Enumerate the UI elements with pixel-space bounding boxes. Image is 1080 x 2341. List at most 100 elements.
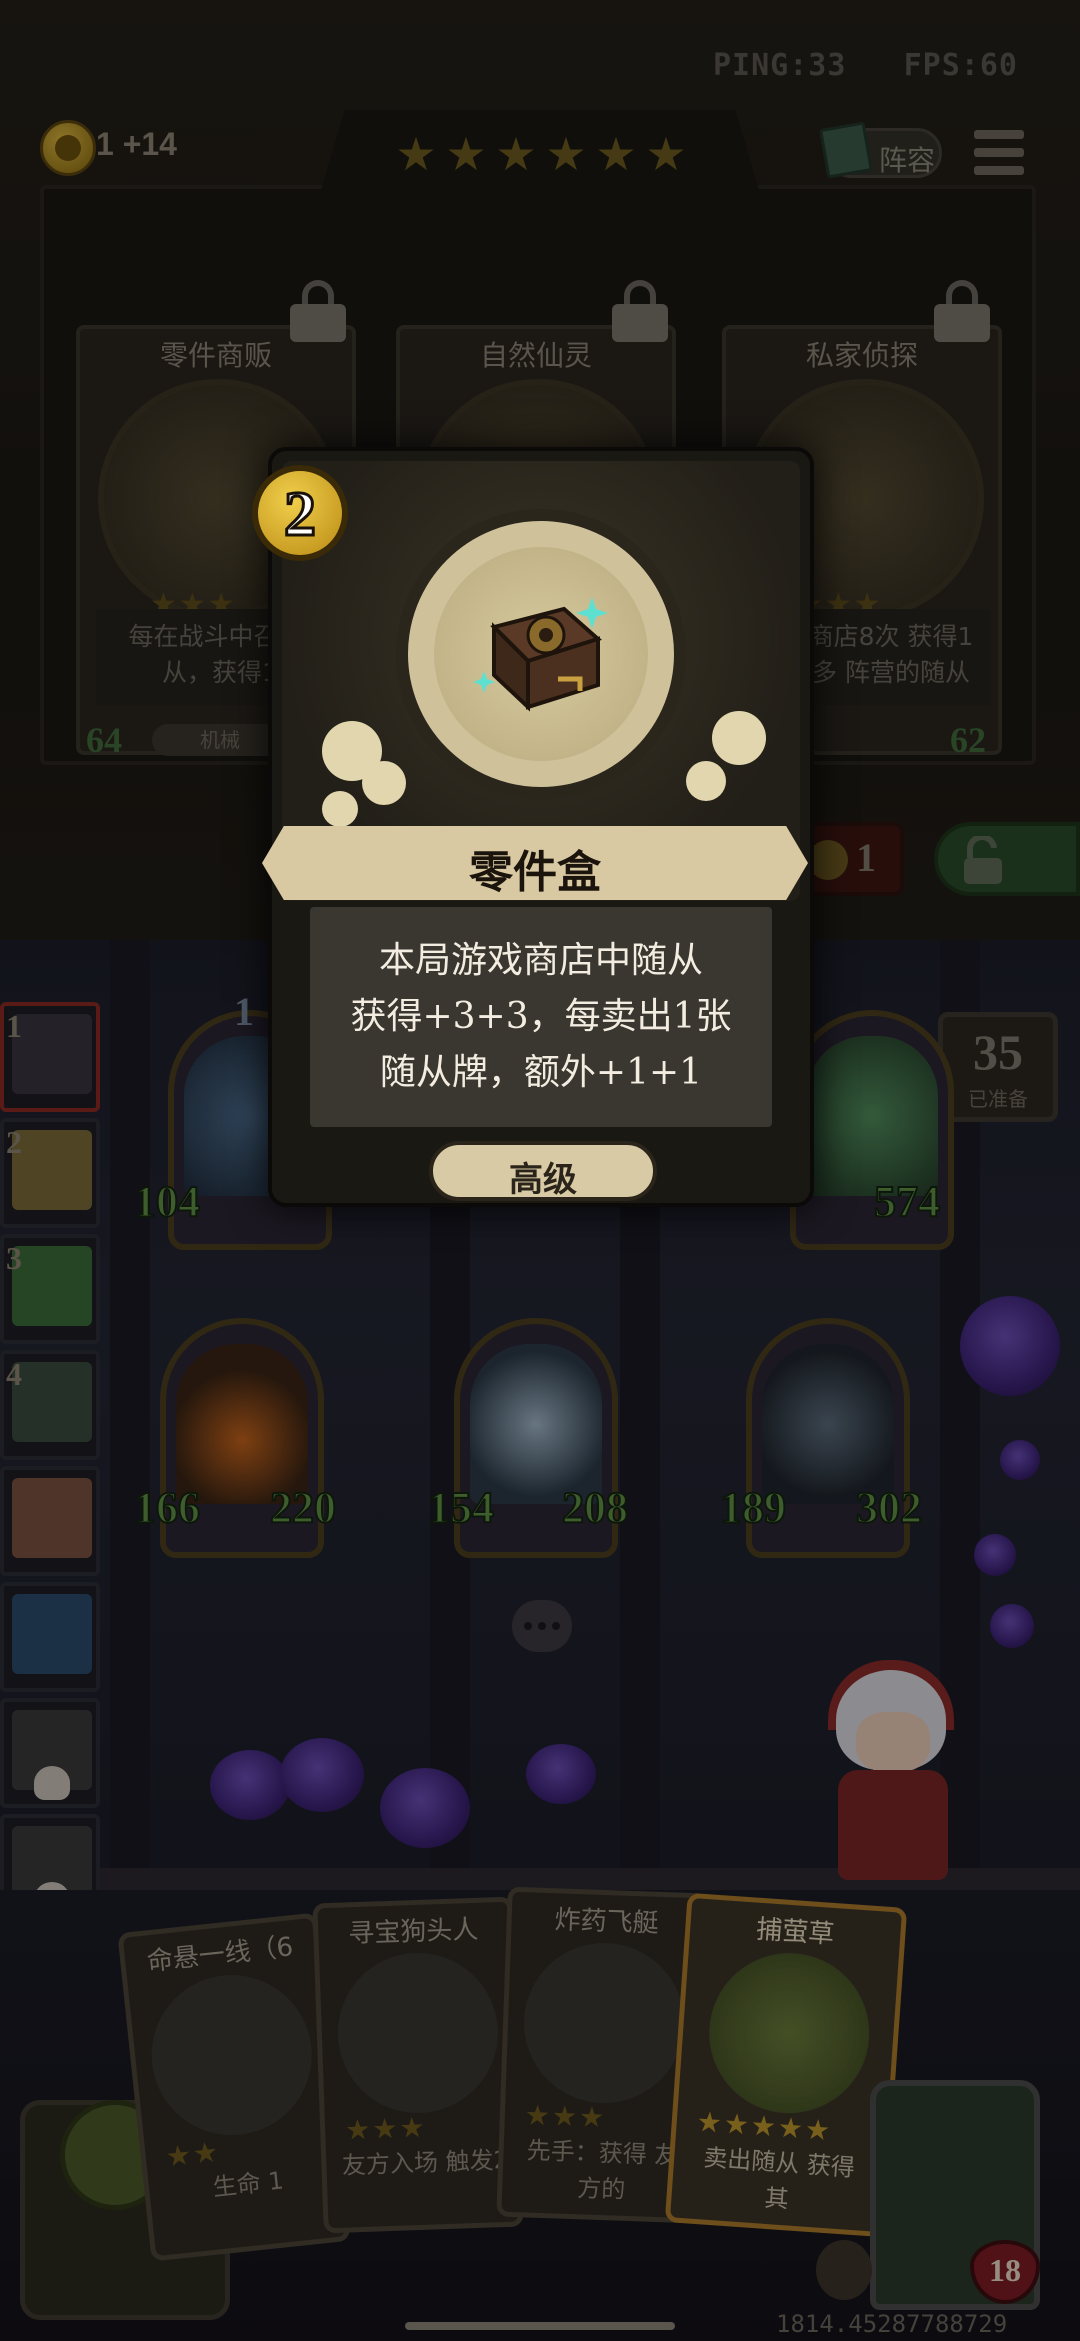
card-name: 零件盒 bbox=[469, 847, 601, 898]
star-icon: ★★ bbox=[164, 2134, 222, 2174]
star-icon: ★ bbox=[595, 127, 637, 181]
rose-decoration bbox=[1000, 1440, 1040, 1480]
ready-counter: 35 已准备 bbox=[938, 1012, 1058, 1122]
star-icon: ★★★ bbox=[344, 2110, 428, 2147]
minion-level: 1 bbox=[234, 989, 254, 1034]
hand-card-text: 先手：获得 友方的 bbox=[526, 2136, 679, 2204]
rose-decoration bbox=[210, 1750, 290, 1820]
desc-line: 本局游戏商店中随从 bbox=[378, 940, 703, 981]
unlock-icon bbox=[964, 836, 1002, 884]
opponent-slot[interactable]: 1 bbox=[0, 1002, 100, 1112]
opponent-avatar bbox=[12, 1594, 92, 1674]
opponent-rank: 4 bbox=[6, 1356, 22, 1392]
lineup-button[interactable]: 阵容 bbox=[819, 121, 942, 179]
opponent-slot[interactable] bbox=[0, 1582, 100, 1692]
gold-value: 1 +14 bbox=[96, 126, 177, 162]
opponent-slot[interactable]: 4 bbox=[0, 1350, 100, 1460]
card-detail-popup[interactable]: 2 零件盒 本局游戏商店中随从 获得+3+3，每卖出1张 随从牌，额外+1+1 … bbox=[252, 447, 814, 1207]
ready-label: 已准备 bbox=[968, 1087, 1028, 1111]
opponent-avatar bbox=[12, 1130, 92, 1210]
star-icon: ★ bbox=[445, 127, 487, 181]
hamburger-line bbox=[974, 166, 1024, 175]
hand-card-title: 寻宝狗头人 bbox=[347, 1914, 479, 1950]
desc-line: 获得+3+3，每卖出1张 bbox=[350, 996, 732, 1037]
card-art bbox=[143, 1967, 320, 2143]
minion-art bbox=[762, 1344, 894, 1504]
attack-value: 189 bbox=[719, 1482, 787, 1533]
hand-card-title: 捕萤草 bbox=[755, 1914, 836, 1951]
card-art bbox=[335, 1950, 501, 2116]
rose-decoration bbox=[974, 1534, 1016, 1576]
health-value: 62 bbox=[950, 720, 986, 760]
health-value: 574 bbox=[873, 1176, 941, 1227]
coin-icon bbox=[40, 120, 96, 176]
star-icon: ★ bbox=[645, 127, 687, 181]
health-value: 220 bbox=[269, 1482, 337, 1533]
star-icon: ★★★ bbox=[524, 2098, 607, 2135]
menu-button[interactable] bbox=[974, 130, 1024, 176]
opponent-avatar bbox=[12, 1014, 92, 1094]
cost-badge: 2 bbox=[252, 465, 348, 561]
home-indicator[interactable] bbox=[405, 2322, 675, 2330]
rose-decoration bbox=[990, 1604, 1034, 1648]
card-art bbox=[521, 1940, 687, 2106]
player-avatar-character bbox=[822, 1660, 972, 1890]
opponent-slot[interactable]: 2 bbox=[0, 1118, 100, 1228]
card-description-box: 本局游戏商店中随从 获得+3+3，每卖出1张 随从牌，额外+1+1 bbox=[310, 907, 772, 1127]
network-stats: PING:33 FPS:60 bbox=[713, 48, 1018, 83]
card-tier-label: 高级 bbox=[509, 1160, 577, 1200]
opponent-rank: 3 bbox=[6, 1240, 22, 1276]
hamburger-line bbox=[974, 148, 1024, 157]
minion-art bbox=[176, 1344, 308, 1504]
opponent-avatar bbox=[12, 1478, 92, 1558]
lock-icon[interactable] bbox=[612, 280, 668, 342]
hand-card-text: 友方入场 触发2 bbox=[341, 2145, 510, 2180]
card-tier-pill: 高级 bbox=[429, 1141, 657, 1201]
opponent-rank: 2 bbox=[6, 1124, 22, 1160]
book-icon bbox=[819, 121, 873, 179]
hand-card-title: 命悬一线（6 bbox=[145, 1932, 295, 1978]
chat-button[interactable] bbox=[512, 1600, 572, 1652]
card-cost: 2 bbox=[283, 477, 318, 551]
rose-decoration bbox=[526, 1744, 596, 1804]
attack-value: 104 bbox=[133, 1176, 201, 1227]
hero-power-button[interactable] bbox=[816, 2240, 872, 2300]
card-art bbox=[703, 1947, 875, 2119]
star-icon: ★ bbox=[545, 127, 587, 181]
rose-decoration bbox=[280, 1738, 364, 1812]
opponent-avatar bbox=[12, 1362, 92, 1442]
rose-decoration bbox=[380, 1768, 470, 1848]
parts-box-icon bbox=[474, 597, 608, 712]
card-name-banner: 零件盒 bbox=[262, 826, 808, 900]
coordinate-readout: 1814.45287788729 bbox=[776, 2310, 1008, 2338]
fps-text: FPS:60 bbox=[903, 48, 1018, 83]
gold-counter: 1 +14 bbox=[40, 120, 220, 180]
ready-count: 35 bbox=[973, 1024, 1023, 1080]
star-icon: ★ bbox=[395, 127, 437, 181]
star-icon: ★ bbox=[495, 127, 537, 181]
skull-icon bbox=[34, 1766, 70, 1800]
opponent-slot[interactable] bbox=[0, 1466, 100, 1576]
refresh-cost: 1 bbox=[856, 835, 876, 880]
hamburger-line bbox=[974, 130, 1024, 139]
lock-icon[interactable] bbox=[290, 280, 346, 342]
coin-icon bbox=[808, 840, 848, 880]
lineup-label: 阵容 bbox=[879, 144, 936, 177]
health-value: 208 bbox=[561, 1482, 629, 1533]
hand-card-text: 卖出随从 获得其 bbox=[702, 2143, 856, 2214]
attack-value: 154 bbox=[427, 1482, 495, 1533]
desc-line: 随从牌，额外+1+1 bbox=[379, 1052, 703, 1093]
opponent-slot[interactable] bbox=[0, 1698, 100, 1808]
card-art-ring bbox=[396, 509, 686, 799]
card-description: 本局游戏商店中随从 获得+3+3，每卖出1张 随从牌，额外+1+1 bbox=[324, 933, 758, 1101]
tavern-star-rating: ★ ★ ★ ★ ★ ★ bbox=[392, 130, 692, 180]
hand-card[interactable]: 寻宝狗头人 ★★★ 友方入场 触发2 bbox=[312, 1896, 524, 2234]
opponent-rank: 1 bbox=[6, 1008, 22, 1044]
attack-value: 64 bbox=[86, 720, 122, 760]
opponent-slot[interactable]: 3 bbox=[0, 1234, 100, 1344]
ping-text: PING:33 bbox=[713, 48, 847, 83]
rose-decoration bbox=[960, 1296, 1060, 1396]
freeze-shop-button[interactable] bbox=[934, 822, 1080, 896]
opponent-avatar bbox=[12, 1246, 92, 1326]
lock-icon[interactable] bbox=[934, 280, 990, 342]
